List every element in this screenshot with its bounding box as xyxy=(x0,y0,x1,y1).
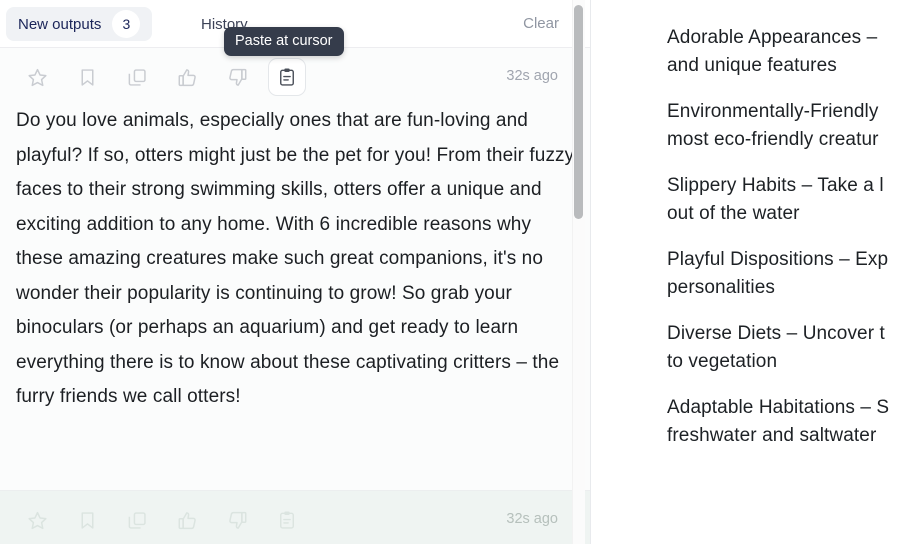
card-timestamp: 32s ago xyxy=(506,511,558,527)
clipboard-icon-button[interactable] xyxy=(268,501,306,539)
thumbs-up-icon-button[interactable] xyxy=(168,58,206,96)
list-item: Environmentally-Friendly most eco-friend… xyxy=(667,101,879,150)
clear-button[interactable]: Clear xyxy=(523,15,559,32)
card-toolbar: 32s ago xyxy=(0,48,590,104)
clipboard-icon-button[interactable] xyxy=(268,58,306,96)
thumbs-down-icon xyxy=(227,510,248,531)
output-card-list: 32s ago Do you love animals, especially … xyxy=(0,48,590,544)
outputs-panel: New outputs 3 History Clear 32s ago Do y… xyxy=(0,0,591,544)
thumbs-up-icon-button[interactable] xyxy=(168,501,206,539)
tooltip-paste-at-cursor: Paste at cursor xyxy=(224,27,344,56)
tab-new-outputs[interactable]: New outputs 3 xyxy=(6,7,153,41)
list-item: Adorable Appearances – and unique featur… xyxy=(667,27,878,76)
copy-icon xyxy=(127,510,148,531)
list-item: Adaptable Habitations – S freshwater and… xyxy=(667,397,890,446)
star-icon-button[interactable] xyxy=(18,58,56,96)
bookmark-icon xyxy=(77,67,98,88)
list-item: Diverse Diets – Uncover t to vegetation xyxy=(667,323,885,372)
card-timestamp: 32s ago xyxy=(506,68,558,84)
thumbs-up-icon xyxy=(177,510,198,531)
app-root: New outputs 3 History Clear 32s ago Do y… xyxy=(0,0,900,544)
thumbs-down-icon-button[interactable] xyxy=(218,58,256,96)
star-icon-button[interactable] xyxy=(18,501,56,539)
document-panel: Adorable Appearances – and unique featur… xyxy=(592,0,900,544)
new-outputs-count-badge: 3 xyxy=(112,10,141,38)
output-card: 32s ago Do you love animals, especially … xyxy=(0,48,590,491)
bookmark-icon-button[interactable] xyxy=(68,501,106,539)
star-icon xyxy=(27,67,48,88)
card-toolbar: 32s ago xyxy=(0,491,590,544)
panel-scrollbar-thumb[interactable] xyxy=(574,5,583,219)
document-content: Adorable Appearances – and unique featur… xyxy=(667,24,900,468)
output-card: 32s ago xyxy=(0,491,590,544)
clipboard-icon xyxy=(277,510,297,530)
clipboard-icon xyxy=(277,67,297,87)
copy-icon-button[interactable] xyxy=(118,58,156,96)
bookmark-icon-button[interactable] xyxy=(68,58,106,96)
copy-icon-button[interactable] xyxy=(118,501,156,539)
bookmark-icon xyxy=(77,510,98,531)
tab-new-outputs-label: New outputs xyxy=(18,15,102,33)
output-text: Do you love animals, especially ones tha… xyxy=(16,110,575,407)
thumbs-down-icon xyxy=(227,67,248,88)
list-item: Playful Dispositions – Exp personalities xyxy=(667,249,889,298)
copy-icon xyxy=(127,67,148,88)
thumbs-up-icon xyxy=(177,67,198,88)
star-icon xyxy=(27,510,48,531)
list-item: Slippery Habits – Take a l out of the wa… xyxy=(667,175,884,224)
thumbs-down-icon-button[interactable] xyxy=(218,501,256,539)
